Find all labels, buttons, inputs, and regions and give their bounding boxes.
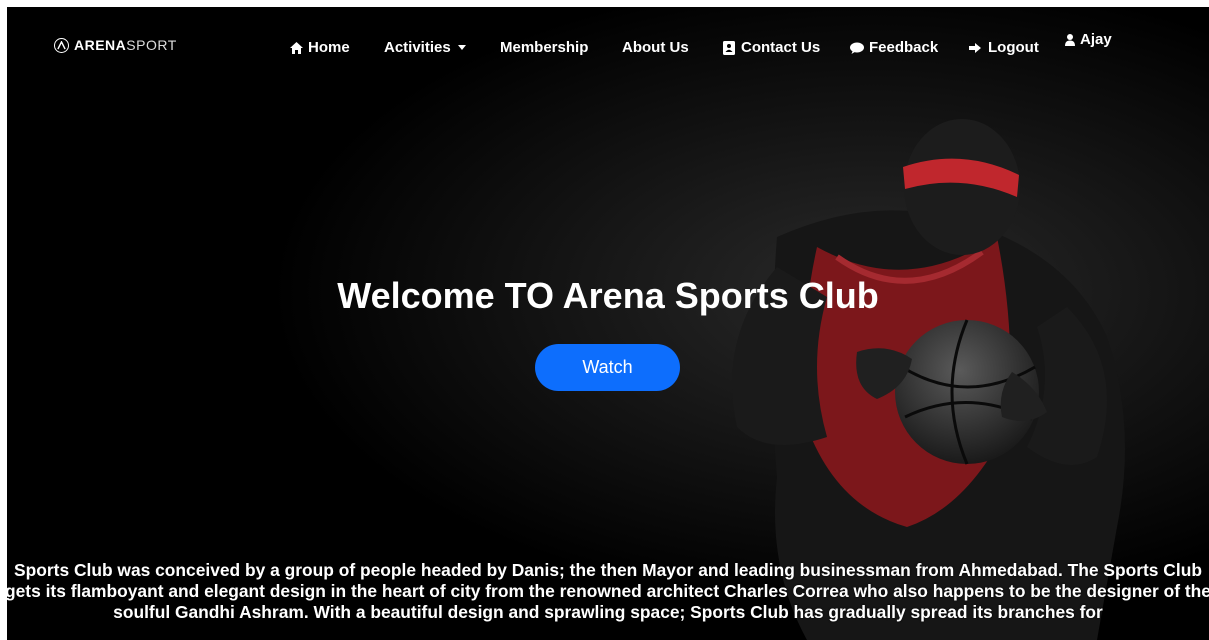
nav-user-label: Ajay <box>1080 31 1112 48</box>
brand-name-bold: ARENA <box>74 37 127 53</box>
nav-about-us[interactable]: About Us <box>622 39 689 56</box>
hero-background-image <box>7 7 1209 640</box>
chevron-down-icon <box>457 45 466 50</box>
watch-button[interactable]: Watch <box>535 344 680 391</box>
brand-logo[interactable]: ARENA SPORT <box>54 37 177 53</box>
contact-book-icon <box>722 40 736 55</box>
nav-user[interactable]: Ajay <box>1065 31 1112 48</box>
nav-logout-label: Logout <box>988 39 1039 56</box>
nav-contact-label: Contact Us <box>741 39 821 56</box>
nav-home[interactable]: Home <box>289 39 350 56</box>
nav-home-label: Home <box>308 39 350 56</box>
nav-membership[interactable]: Membership <box>500 39 588 56</box>
user-icon <box>1065 33 1075 47</box>
club-description: Sports Club was conceived by a group of … <box>7 560 1209 622</box>
nav-membership-label: Membership <box>500 39 589 56</box>
comment-icon <box>850 41 864 55</box>
nav-feedback[interactable]: Feedback <box>850 39 938 56</box>
nav-contact-us[interactable]: Contact Us <box>722 39 820 56</box>
home-icon <box>289 41 303 55</box>
page: ARENA SPORT Home Activities Membership Ab… <box>7 7 1209 640</box>
nav-activities-dropdown[interactable]: Activities <box>384 39 466 56</box>
navbar: ARENA SPORT Home Activities Membership Ab… <box>7 7 1209 87</box>
nav-logout[interactable]: Logout <box>969 39 1039 56</box>
nav-feedback-label: Feedback <box>869 39 939 56</box>
nav-about-label: About Us <box>622 39 689 56</box>
arena-logo-icon <box>54 37 69 53</box>
hero-title: Welcome TO Arena Sports Club <box>337 275 879 316</box>
nav-activities-label: Activities <box>384 39 451 56</box>
brand-name-light: SPORT <box>126 37 177 53</box>
sign-out-icon <box>969 41 983 55</box>
